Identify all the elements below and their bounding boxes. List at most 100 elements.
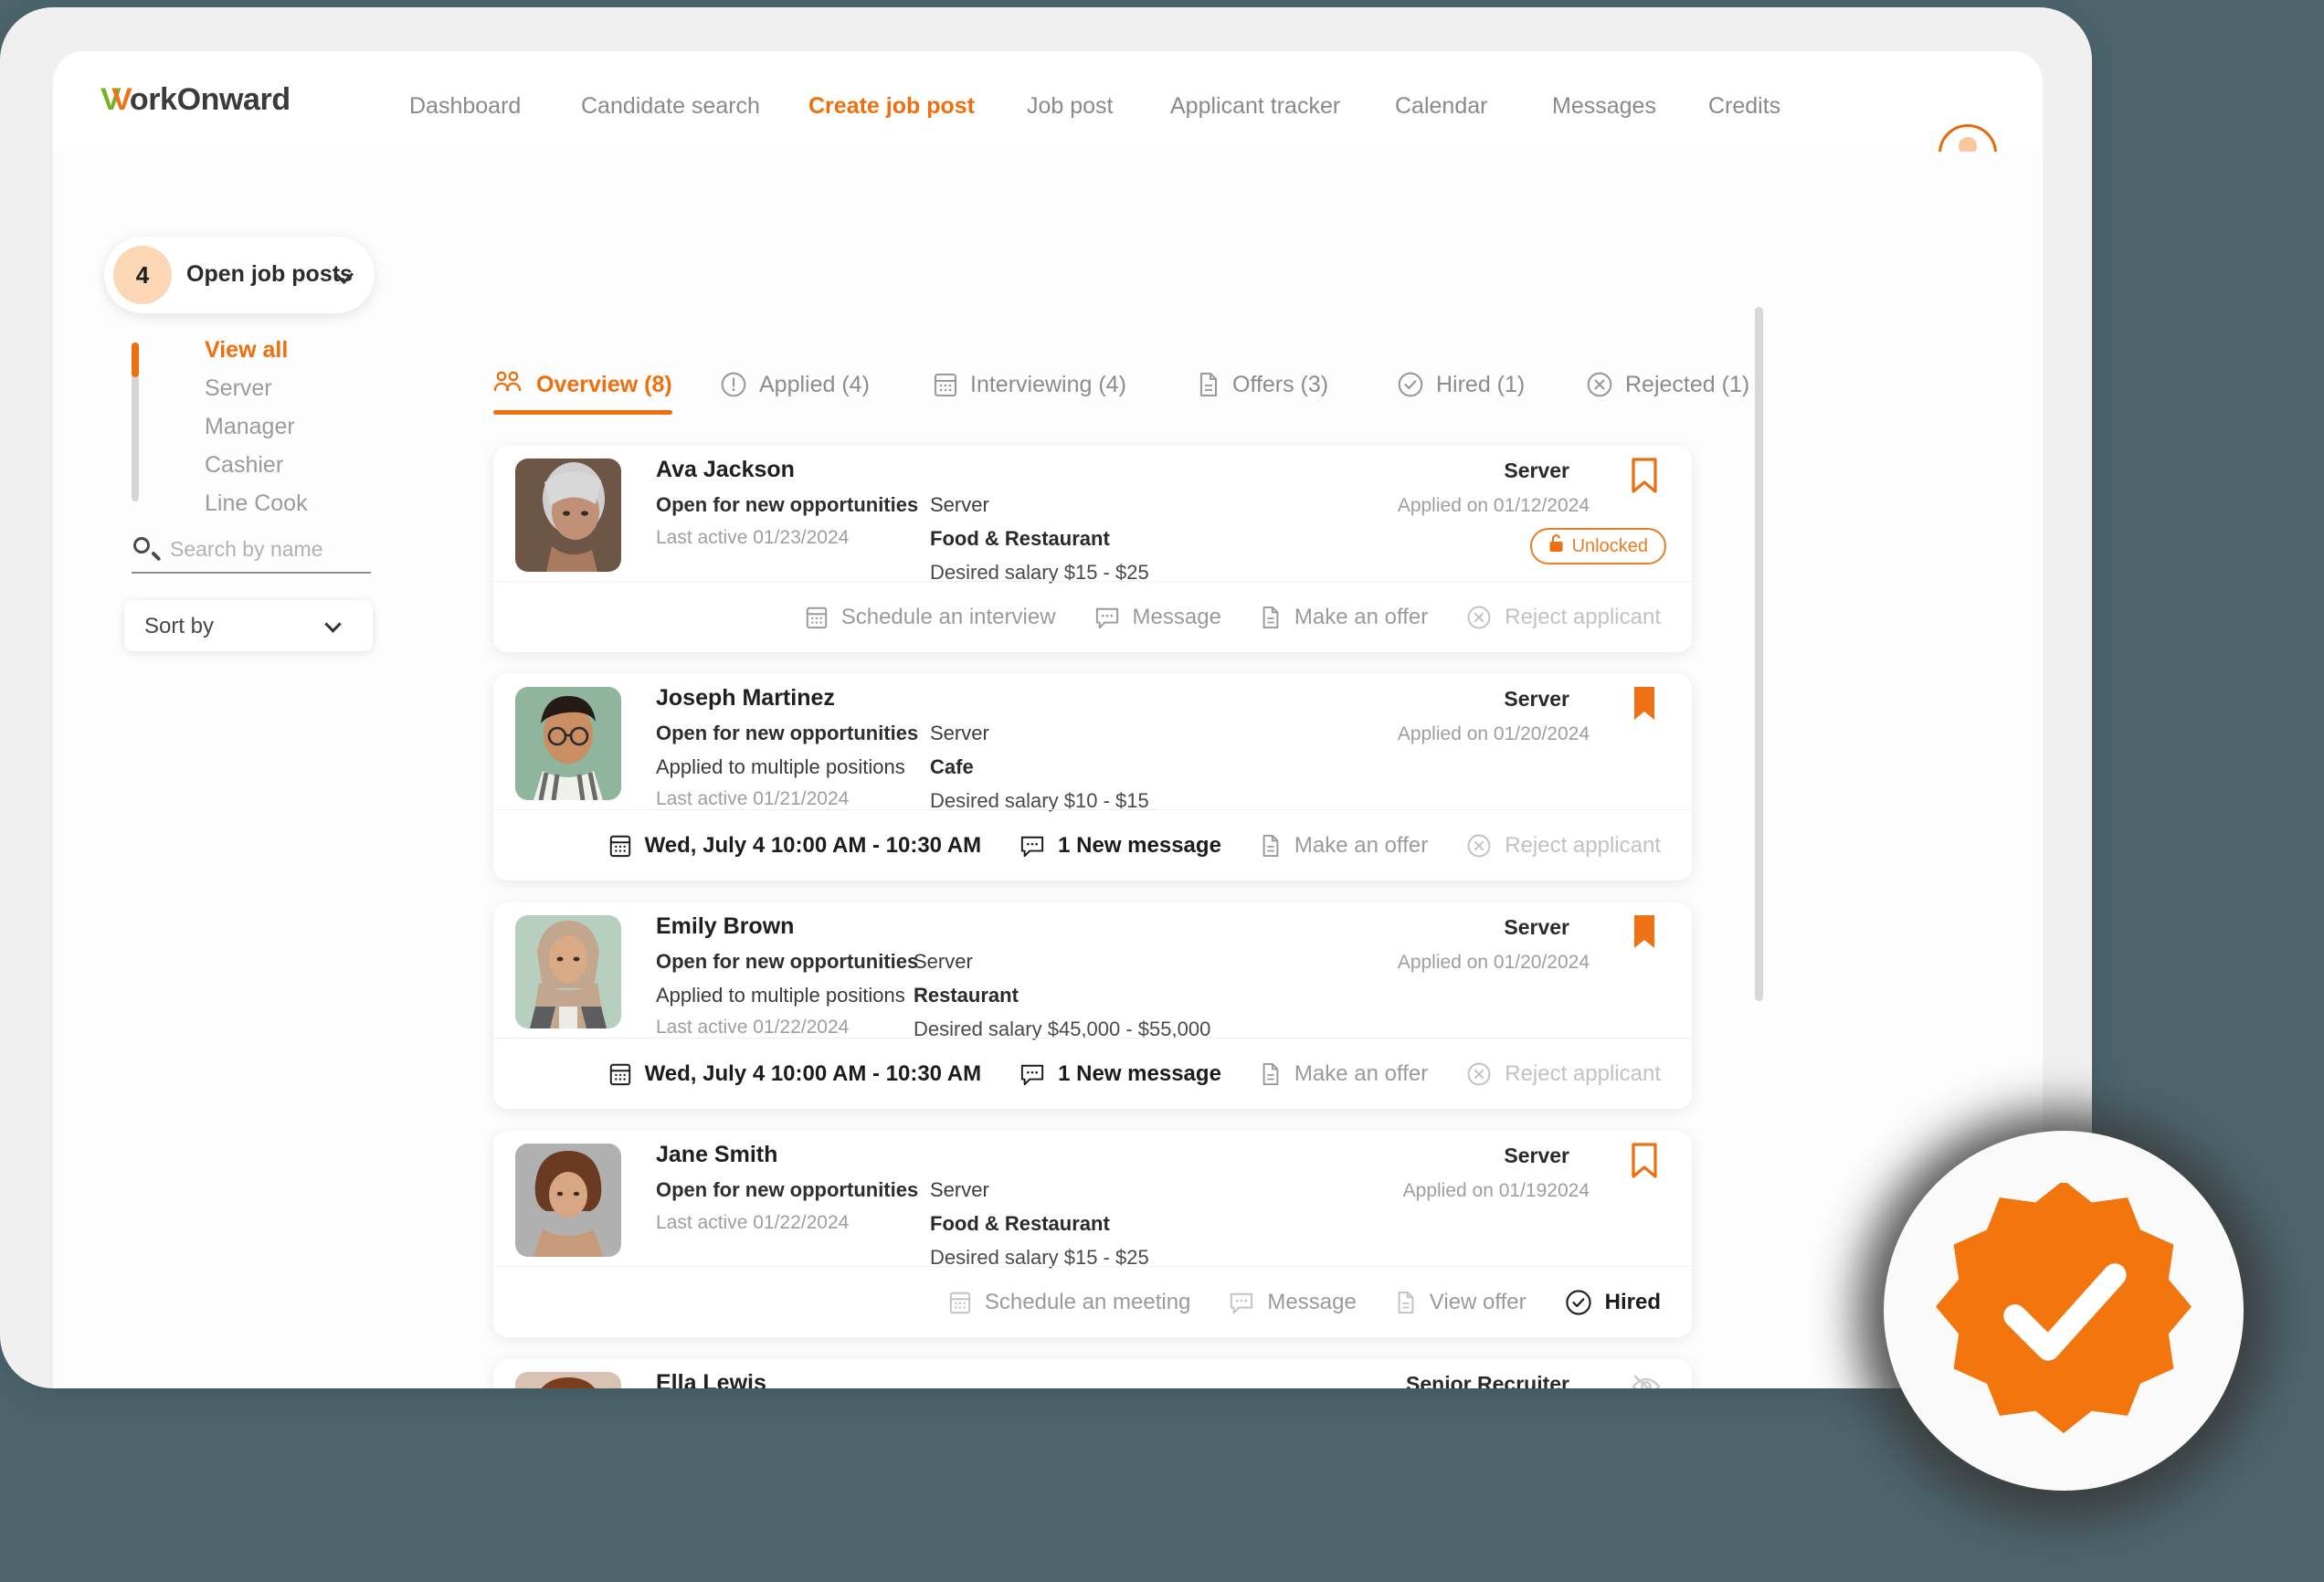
candidate-card-body: Jane Smith Open for new opportunities La… [493, 1131, 1692, 1269]
candidate-multiple-positions: Applied to multiple positions [656, 755, 905, 778]
action-schedule-an-meeting[interactable]: Schedule an meeting [948, 1290, 1190, 1315]
job-filter-server[interactable]: Server [205, 375, 272, 402]
action-label: Message [1267, 1289, 1357, 1314]
action-make-an-offer[interactable]: Make an offer [1260, 605, 1428, 630]
nav-item-messages[interactable]: Messages [1552, 93, 1656, 120]
tab-hired[interactable]: Hired (1) [1397, 354, 1525, 415]
bookmark-outline-icon[interactable] [1630, 1142, 1659, 1185]
action-view-offer[interactable]: View offer [1395, 1290, 1526, 1315]
x-circle-icon [1466, 605, 1492, 630]
tab-interviewing[interactable]: Interviewing (4) [933, 354, 1126, 415]
candidate-industry: Restaurant [914, 984, 1019, 1007]
action-interview-time[interactable]: Wed, July 4 10:00 AM - 10:30 AM [608, 833, 981, 859]
avatar [515, 687, 621, 800]
nav-item-calendar[interactable]: Calendar [1395, 93, 1487, 120]
candidate-name: Ella Lewis [656, 1370, 766, 1388]
candidate-name: Emily Brown [656, 913, 795, 939]
candidate-name: Ava Jackson [656, 457, 795, 482]
badge-starburst [1936, 1183, 2192, 1434]
nav-item-job-post[interactable]: Job post [1027, 93, 1114, 120]
document-icon [1260, 1061, 1282, 1087]
calendar-icon [608, 833, 632, 859]
candidate-card[interactable]: Joseph Martinez Open for new opportuniti… [493, 674, 1692, 881]
x-circle-icon [1466, 833, 1492, 859]
action-interview-time[interactable]: Wed, July 4 10:00 AM - 10:30 AM [608, 1061, 981, 1087]
candidate-name: Jane Smith [656, 1142, 778, 1167]
check-circle-icon [1565, 1289, 1592, 1316]
verified-check-icon [1858, 1111, 2269, 1522]
action-new-message[interactable]: 1 New message [1019, 833, 1221, 859]
tab-offers-label: Offers (3) [1232, 371, 1329, 397]
document-icon [1260, 605, 1282, 630]
candidate-role: Server [1504, 915, 1569, 939]
eye-off-icon[interactable] [1630, 1372, 1663, 1388]
candidate-status: Open for new opportunities [656, 950, 919, 973]
action-message[interactable]: Message [1094, 605, 1221, 630]
candidate-actions: Wed, July 4 10:00 AM - 10:30 AM 1 New me… [493, 809, 1692, 881]
message-icon [1019, 834, 1045, 858]
action-make-an-offer[interactable]: Make an offer [1260, 1061, 1428, 1087]
nav-item-create-job-post[interactable]: Create job post [808, 93, 975, 120]
scrollbar-thumb[interactable] [1755, 307, 1763, 1001]
document-icon [1260, 833, 1282, 859]
job-filter-line-cook[interactable]: Line Cook [205, 490, 308, 517]
x-circle-icon [1586, 371, 1613, 398]
action-label: 1 New message [1058, 1060, 1221, 1086]
nav-item-credits[interactable]: Credits [1708, 93, 1780, 120]
candidate-status: Open for new opportunities [656, 493, 919, 516]
people-icon [493, 371, 524, 398]
scrollbar-track[interactable] [1755, 307, 1763, 1220]
document-icon [1395, 1290, 1417, 1315]
candidate-card[interactable]: Ava Jackson Open for new opportunities L… [493, 446, 1692, 652]
tab-rejected[interactable]: Rejected (1) [1586, 354, 1749, 415]
action-reject-applicant[interactable]: Reject applicant [1466, 1061, 1661, 1087]
tab-offers[interactable]: Offers (3) [1197, 354, 1328, 415]
candidate-status: Open for new opportunities [656, 722, 919, 744]
chevron-down-icon [324, 616, 342, 633]
candidate-last-active: Last active 01/22/2024 [656, 1212, 850, 1233]
calendar-icon [933, 371, 958, 398]
nav-item-applicant-tracker[interactable]: Applicant tracker [1170, 93, 1340, 120]
status-badge-hired[interactable]: Hired [1565, 1289, 1661, 1316]
tab-applied[interactable]: Applied (4) [720, 354, 870, 415]
bookmark-outline-icon[interactable] [1630, 457, 1659, 500]
nav-item-dashboard[interactable]: Dashboard [409, 93, 521, 120]
tab-overview[interactable]: Overview (8) [493, 354, 672, 415]
action-label: Make an offer [1294, 604, 1429, 629]
app-logo[interactable]: VVorkOnward [100, 82, 290, 118]
action-message[interactable]: Message [1229, 1289, 1357, 1315]
candidate-role: Senior Recruiter [1406, 1372, 1569, 1388]
sort-by-dropdown[interactable]: Sort by [124, 600, 373, 651]
job-filter-manager[interactable]: Manager [205, 414, 295, 440]
action-make-an-offer[interactable]: Make an offer [1260, 833, 1428, 859]
unlocked-label: Unlocked [1571, 535, 1648, 556]
action-label: View offer [1429, 1289, 1526, 1314]
action-reject-applicant[interactable]: Reject applicant [1466, 833, 1661, 859]
action-label: Make an offer [1294, 832, 1429, 858]
action-label: Reject applicant [1505, 604, 1661, 629]
candidate-status: Open for new opportunities [656, 1178, 919, 1201]
action-reject-applicant[interactable]: Reject applicant [1466, 605, 1661, 630]
candidate-card[interactable]: Ella Lewis Open for new opportunities La… [493, 1359, 1692, 1388]
candidate-role: Server [1504, 687, 1569, 711]
candidate-card-body: Ava Jackson Open for new opportunities L… [493, 446, 1692, 584]
candidate-multiple-positions: Applied to multiple positions [656, 984, 905, 1007]
search-input[interactable] [170, 532, 366, 566]
job-filter-rail-active [132, 343, 139, 377]
action-new-message[interactable]: 1 New message [1019, 1061, 1221, 1087]
bookmark-filled-icon[interactable] [1630, 685, 1659, 728]
bookmark-filled-icon[interactable] [1630, 913, 1659, 956]
tab-overview-label: Overview (8) [536, 371, 672, 397]
job-filter-cashier[interactable]: Cashier [205, 452, 283, 479]
nav-item-candidate-search[interactable]: Candidate search [581, 93, 760, 120]
candidate-actions: Schedule an meeting Message View offer H… [493, 1266, 1692, 1337]
unlocked-badge[interactable]: Unlocked [1529, 528, 1666, 564]
action-schedule-an-interview[interactable]: Schedule an interview [805, 605, 1056, 630]
calendar-icon [608, 1061, 632, 1087]
open-job-posts-dropdown[interactable]: 4 Open job posts [104, 237, 375, 313]
candidate-card[interactable]: Jane Smith Open for new opportunities La… [493, 1131, 1692, 1337]
tab-interviewing-label: Interviewing (4) [970, 371, 1126, 397]
candidate-card[interactable]: Emily Brown Open for new opportunities A… [493, 902, 1692, 1109]
document-icon [1197, 371, 1220, 398]
job-filter-view-all[interactable]: View all [205, 337, 288, 364]
